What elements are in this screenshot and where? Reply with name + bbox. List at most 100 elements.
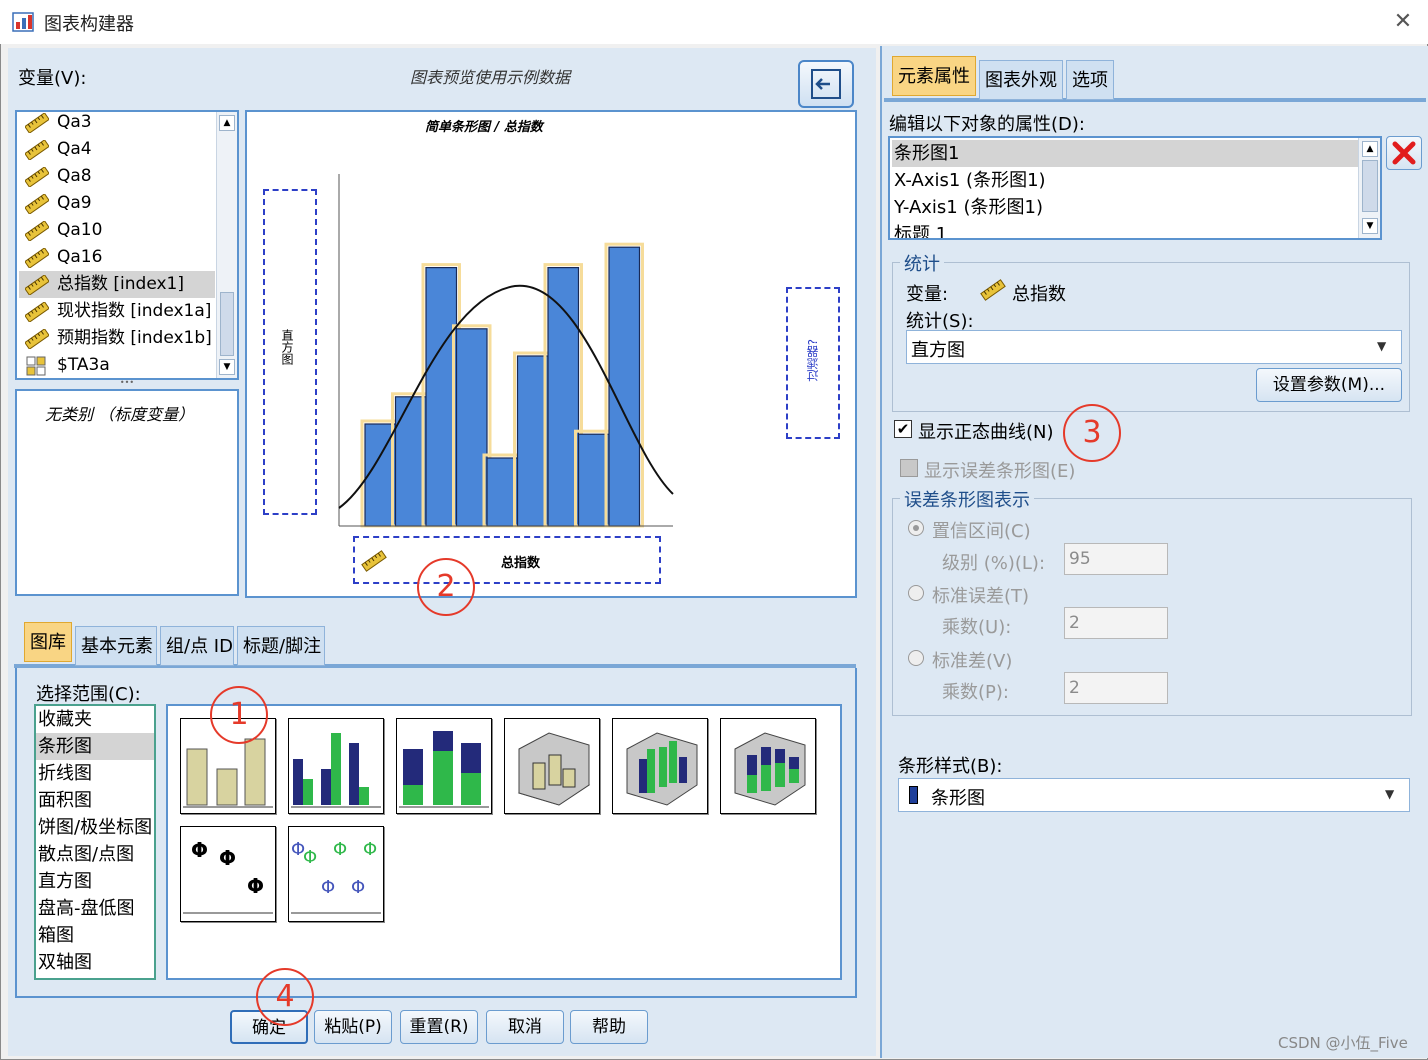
- standard-deviation-radio[interactable]: [908, 650, 924, 666]
- 3d-stacked-bar-icon: [734, 732, 806, 806]
- statistic-select[interactable]: 直方图 ▼: [906, 330, 1402, 364]
- object-item[interactable]: 标题 1: [892, 221, 1358, 238]
- stacked-bar-thumb[interactable]: [396, 718, 492, 814]
- bar-style-value: 条形图: [931, 788, 985, 809]
- variable-name: $TA3a: [57, 355, 110, 375]
- scale-ruler-icon: [25, 194, 49, 214]
- chart-type-item[interactable]: 收藏夹: [36, 706, 154, 733]
- object-item[interactable]: X-Axis1 (条形图1): [892, 167, 1358, 194]
- clustered-error-bar-thumb[interactable]: Φ Φ Φ Φ Φ Φ: [288, 826, 384, 922]
- se-multiplier-input[interactable]: 2: [1064, 607, 1168, 639]
- chart-type-item[interactable]: 盘高-盘低图: [36, 895, 154, 922]
- scroll-up-icon[interactable]: ▲: [1362, 141, 1378, 157]
- simple-error-bar-thumb[interactable]: Φ Φ Φ: [180, 826, 276, 922]
- 3d-clustered-bar-icon: [626, 732, 698, 806]
- chart-type-item[interactable]: 散点图/点图: [36, 841, 154, 868]
- set-parameters-button[interactable]: 设置参数(M)...: [1256, 368, 1402, 402]
- level-input[interactable]: 95: [1064, 543, 1168, 575]
- scroll-up-icon[interactable]: ▲: [219, 115, 235, 131]
- confidence-interval-radio[interactable]: [908, 520, 924, 536]
- variable-item[interactable]: $TA3a: [19, 352, 215, 378]
- delete-element-button[interactable]: [1386, 136, 1422, 170]
- variable-item[interactable]: Qa3: [19, 112, 215, 136]
- variable-name: Qa9: [57, 193, 92, 213]
- variable-name: Qa16: [57, 247, 103, 267]
- tab-groups-point-id[interactable]: 组/点 ID: [160, 626, 234, 666]
- filter-drop-label: 过滤器?: [806, 339, 820, 382]
- variable-item[interactable]: 现状指数 [index1a]: [19, 298, 215, 325]
- y-axis-drop-zone[interactable]: 直方图: [263, 189, 317, 515]
- close-window-icon[interactable]: ✕: [1388, 8, 1418, 36]
- chart-type-item[interactable]: 饼图/极坐标图: [36, 814, 154, 841]
- histogram-bar: [455, 328, 488, 527]
- tab-basic-elements[interactable]: 基本元素: [75, 626, 157, 666]
- show-normal-label: 显示正态曲线(N): [918, 422, 1054, 443]
- annotation-3: 3: [1063, 404, 1121, 462]
- chart-type-item[interactable]: 条形图: [36, 733, 154, 760]
- standard-error-radio[interactable]: [908, 585, 924, 601]
- chart-type-item[interactable]: 折线图: [36, 760, 154, 787]
- object-list[interactable]: 条形图1 X-Axis1 (条形图1) Y-Axis1 (条形图1) 标题 1 ▲ ▼: [888, 136, 1382, 240]
- 3d-stacked-bar-thumb[interactable]: [720, 718, 816, 814]
- delete-x-icon: [1392, 141, 1416, 165]
- tab-options[interactable]: 选项: [1066, 60, 1114, 100]
- histogram-preview: [338, 174, 674, 528]
- scale-ruler-icon: [25, 248, 49, 268]
- clustered-bar-thumb[interactable]: [288, 718, 384, 814]
- scroll-thumb[interactable]: [1362, 160, 1378, 212]
- splitter-grip-icon[interactable]: •••: [117, 379, 137, 388]
- cancel-button[interactable]: 取消: [486, 1010, 564, 1044]
- reset-button[interactable]: 重置(R): [400, 1010, 478, 1044]
- chart-type-item[interactable]: 箱图: [36, 922, 154, 949]
- scroll-thumb[interactable]: [220, 292, 234, 356]
- chart-type-item[interactable]: 双轴图: [36, 949, 154, 976]
- svg-text:Φ: Φ: [321, 877, 335, 898]
- variable-item[interactable]: Qa8: [19, 163, 215, 190]
- sd-multiplier-input[interactable]: 2: [1064, 672, 1168, 704]
- svg-text:Φ: Φ: [303, 847, 317, 868]
- help-button[interactable]: 帮助: [570, 1010, 648, 1044]
- chart-type-item[interactable]: 面积图: [36, 787, 154, 814]
- paste-button[interactable]: 粘贴(P): [314, 1010, 392, 1044]
- object-list-scrollbar[interactable]: ▲ ▼: [1358, 138, 1380, 238]
- tab-element-properties[interactable]: 元素属性: [892, 56, 976, 96]
- variable-item[interactable]: Qa4: [19, 136, 215, 163]
- chart-canvas[interactable]: 简单条形图 / 总指数 直方图 过滤器? 总指数: [245, 110, 857, 598]
- svg-text:Φ: Φ: [219, 846, 236, 870]
- multiple-response-set-icon: [26, 356, 46, 376]
- variable-item[interactable]: 预期指数 [index1b]: [19, 325, 215, 352]
- error-bar-icon: Φ Φ Φ: [183, 838, 273, 914]
- chart-type-list[interactable]: 收藏夹 条形图 折线图 面积图 饼图/极坐标图 散点图/点图 直方图 盘高-盘低图 箱图 双轴图: [34, 704, 156, 980]
- show-normal-checkbox[interactable]: ✔: [894, 420, 912, 438]
- object-item[interactable]: 条形图1: [892, 140, 1358, 167]
- variable-item[interactable]: Qa16: [19, 244, 215, 271]
- variable-list-scrollbar[interactable]: ▲ ▼: [216, 112, 237, 378]
- options-toggle-button[interactable]: [798, 60, 854, 108]
- variable-item[interactable]: Qa10: [19, 217, 215, 244]
- tab-gallery[interactable]: 图库: [24, 622, 72, 662]
- scroll-down-icon[interactable]: ▼: [1362, 218, 1378, 234]
- annotation-4: 4: [256, 968, 314, 1026]
- histogram-bar: [516, 355, 549, 527]
- variable-name: Qa4: [57, 139, 92, 159]
- variable-item[interactable]: 总指数 [index1]: [19, 271, 215, 298]
- choose-from-label: 选择范围(C):: [36, 684, 141, 705]
- title-bar: [0, 0, 1428, 44]
- variable-list[interactable]: Qa3 Qa4 Qa8 Qa9 Qa10 Qa16 总指数 [index1] 现状指数 [in…: [15, 110, 239, 380]
- x-axis-drop-zone[interactable]: 总指数: [353, 536, 661, 584]
- variable-item[interactable]: Qa9: [19, 190, 215, 217]
- 3d-clustered-bar-thumb[interactable]: [612, 718, 708, 814]
- variable-name: Qa8: [57, 166, 92, 186]
- variable-value: 总指数: [1012, 284, 1066, 305]
- filter-drop-zone[interactable]: 过滤器?: [786, 287, 840, 439]
- y-axis-drop-label: 直方图: [280, 329, 294, 365]
- bar-style-select[interactable]: 条形图 ▼: [898, 778, 1410, 812]
- 3d-simple-bar-thumb[interactable]: [504, 718, 600, 814]
- tab-titles-footnotes[interactable]: 标题/脚注: [237, 626, 325, 666]
- bar-style-label: 条形样式(B):: [898, 756, 1003, 777]
- tab-chart-appearance[interactable]: 图表外观: [979, 60, 1063, 100]
- chart-type-item[interactable]: 直方图: [36, 868, 154, 895]
- show-error-bars-checkbox[interactable]: [900, 459, 918, 477]
- scroll-down-icon[interactable]: ▼: [219, 359, 235, 375]
- object-item[interactable]: Y-Axis1 (条形图1): [892, 194, 1358, 221]
